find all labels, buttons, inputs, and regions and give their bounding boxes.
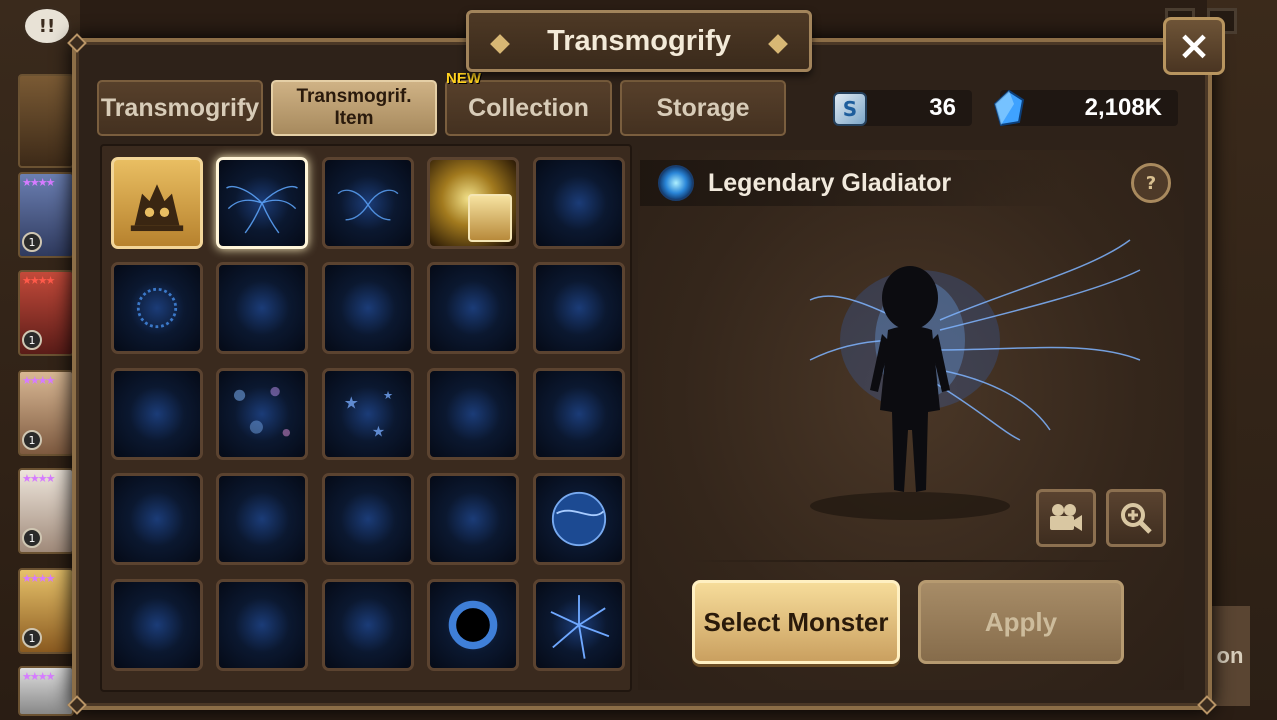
item-slot-lightning-monster[interactable] [427, 157, 519, 249]
tab-collection[interactable]: Collection [445, 80, 612, 136]
side-monster-card[interactable]: ★★★★ 1 [18, 370, 74, 456]
level-badge: 1 [22, 528, 42, 548]
item-slot-glow-effect[interactable] [111, 579, 203, 671]
item-name-bar: Legendary Gladiator [640, 160, 1060, 206]
new-badge: NEW [446, 70, 481, 87]
star-rating: ★★★★ [22, 176, 55, 189]
tab-storage[interactable]: Storage [620, 80, 786, 136]
item-slot-grass-effect[interactable] [322, 579, 414, 671]
svg-text:★: ★ [372, 422, 385, 440]
chat-icon[interactable]: !! [22, 6, 72, 46]
item-slot-swirl-effect[interactable] [216, 473, 308, 565]
tab-label: Collection [468, 93, 589, 122]
video-camera-button[interactable] [1036, 489, 1096, 547]
item-slot-aura-effect[interactable] [216, 579, 308, 671]
crystal-icon [993, 90, 1025, 126]
star-rating: ★★★★ [22, 472, 55, 485]
item-slot-wings-effect[interactable] [322, 157, 414, 249]
level-badge: 1 [22, 330, 42, 350]
transmog-ticket-icon: S [833, 92, 867, 126]
star-rating: ★★★★ [22, 670, 55, 683]
star-rating: ★★★★ [22, 274, 55, 287]
item-slot-effect[interactable] [216, 262, 308, 354]
transmog-swirl-icon [658, 165, 694, 201]
side-monster-card[interactable]: ★★★★ 1 [18, 270, 74, 356]
svg-text:★: ★ [383, 389, 393, 402]
item-slot-stars-effect[interactable]: ★ ★ ★ [322, 368, 414, 460]
side-monster-card[interactable]: ★★★★ 1 [18, 468, 74, 554]
item-slot-effect[interactable] [322, 262, 414, 354]
level-badge: 1 [22, 430, 42, 450]
title-plate: Transmogrify [466, 10, 812, 72]
zoom-in-icon [1121, 503, 1152, 534]
item-slot-effect[interactable] [427, 262, 519, 354]
star-rating: ★★★★ [22, 374, 55, 387]
tab-label: Storage [656, 93, 750, 122]
close-icon: × [1177, 23, 1211, 69]
select-monster-button[interactable]: Select Monster [692, 580, 900, 664]
close-button[interactable]: × [1163, 17, 1225, 75]
help-button[interactable]: ? [1131, 163, 1171, 203]
item-slot-bubbles-effect[interactable] [216, 368, 308, 460]
item-slot-flame-effect[interactable] [533, 368, 625, 460]
item-slot-glow-effect[interactable] [533, 157, 625, 249]
preview-figure [809, 239, 1141, 520]
crystal-count: 2,108K [1084, 94, 1162, 121]
level-badge: 1 [22, 628, 42, 648]
ticket-count: 36 [929, 94, 956, 121]
spike-effect-icon [550, 595, 610, 659]
item-slot-ring-effect[interactable] [427, 579, 519, 671]
item-slot-sparkle-effect[interactable] [427, 368, 519, 460]
side-monster-card[interactable]: ★★★★ 1 [18, 568, 74, 654]
wings-effect-icon [226, 186, 298, 234]
page-title: Transmogrify [547, 24, 731, 57]
diamond-ornament-icon [490, 34, 510, 54]
item-slot-spike-effect[interactable] [533, 579, 625, 671]
item-slot-feather-effect[interactable] [427, 473, 519, 565]
item-slot-wings-effect[interactable] [216, 157, 308, 249]
crystal-counter: 2,108K [1000, 90, 1178, 126]
zoom-button[interactable] [1106, 489, 1166, 547]
wings-effect-icon [337, 189, 399, 221]
gladiator-helmet-icon [130, 184, 184, 232]
side-monster-card[interactable]: ★★★★ 1 [18, 172, 74, 258]
monster-portrait-icon [468, 194, 512, 242]
star-rating: ★★★★ [22, 572, 55, 585]
tab-transmogrify[interactable]: Transmogrify [97, 80, 263, 136]
question-icon: ? [1145, 172, 1157, 194]
apply-label: Apply [984, 606, 1058, 637]
orb-effect-icon [551, 491, 607, 547]
diamond-ornament-icon [768, 34, 788, 54]
svg-text:★: ★ [344, 392, 359, 412]
ring-effect-icon [448, 600, 498, 650]
item-slot-gladiator-icon[interactable] [111, 157, 203, 249]
side-monster-icon[interactable] [18, 74, 74, 168]
bubbles-effect-icon [233, 386, 291, 437]
video-camera-icon [1050, 504, 1082, 531]
item-slot-effect[interactable] [533, 262, 625, 354]
tab-transmogrify-item[interactable]: Transmogrif. Item [271, 80, 437, 136]
select-monster-label: Select Monster [703, 606, 889, 637]
item-slot-swirl-effect[interactable] [322, 473, 414, 565]
item-slot-rain-effect[interactable] [111, 473, 203, 565]
level-badge: 1 [22, 232, 42, 252]
apply-button[interactable]: Apply [918, 580, 1124, 664]
tab-label: Transmogrif. Item [296, 86, 412, 129]
item-slot-effect[interactable] [111, 262, 203, 354]
divider [690, 560, 1130, 562]
burst-effect-icon [136, 287, 178, 329]
background-partial-button: on [1210, 606, 1250, 706]
tab-label: Transmogrify [100, 93, 260, 122]
partial-label: on [1216, 643, 1244, 668]
item-slot-orb-effect[interactable] [533, 473, 625, 565]
item-name: Legendary Gladiator [708, 168, 952, 197]
stars-effect-icon: ★ ★ ★ [344, 389, 393, 440]
side-monster-card[interactable]: ★★★★ [18, 666, 74, 716]
item-slot-hearts-effect[interactable] [111, 368, 203, 460]
